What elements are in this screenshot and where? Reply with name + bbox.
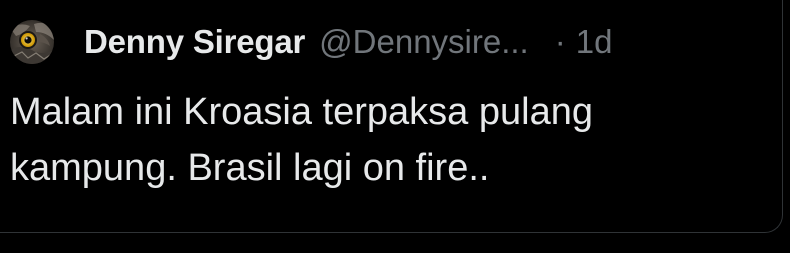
author-display-name[interactable]: Denny Siregar [84,23,305,61]
tweet-text: Malam ini Kroasia terpaksa pulang kampun… [10,91,593,189]
tweet-timestamp[interactable]: 1d [576,23,613,61]
author-handle[interactable]: @Dennysire... [319,23,529,61]
tweet-card[interactable]: Denny Siregar @Dennysire... · 1d Malam i… [0,0,783,233]
tweet-header: Denny Siregar @Dennysire... · 1d [84,17,612,67]
owl-avatar-image [10,20,54,64]
owl-avatar-icon[interactable] [10,20,54,64]
header-separator: · [554,23,566,60]
